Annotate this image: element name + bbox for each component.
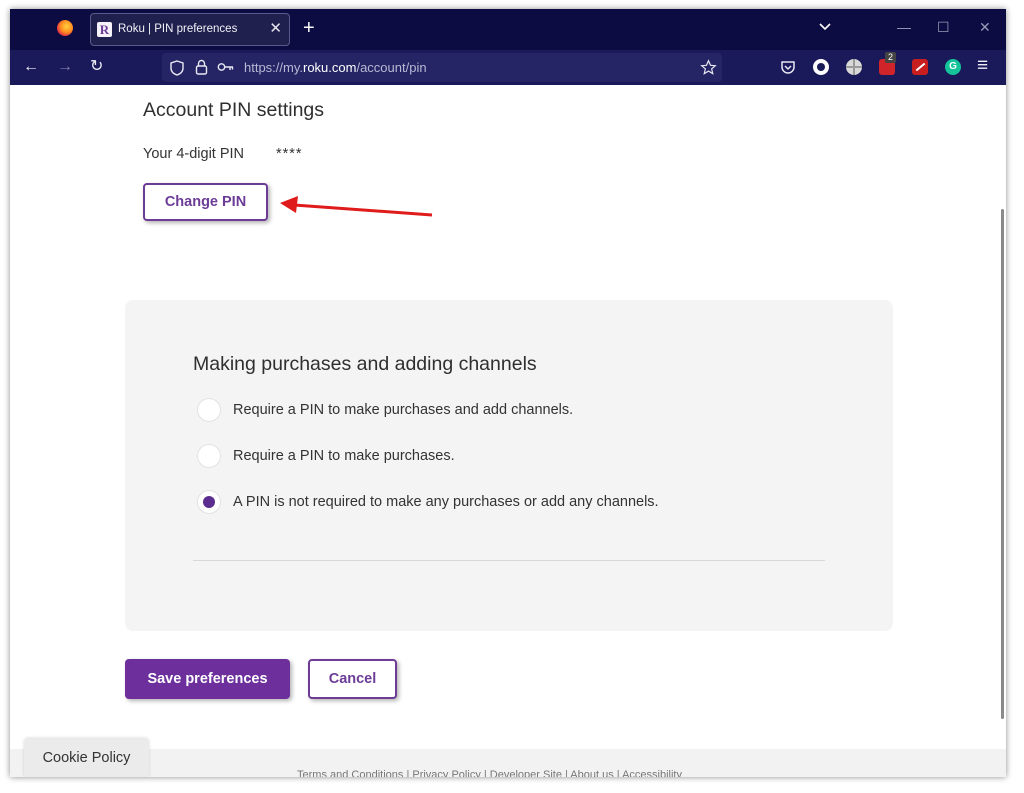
radio-label[interactable]: A PIN is not required to make any purcha… <box>233 494 659 510</box>
extension-red-icon[interactable] <box>912 59 928 75</box>
radio-button-selected[interactable] <box>197 490 221 514</box>
tab-roku-pin-preferences[interactable]: R Roku | PIN preferences ✕ <box>90 13 290 46</box>
globe-icon[interactable] <box>846 59 862 75</box>
grammarly-icon[interactable]: G <box>945 59 961 75</box>
firefox-icon[interactable] <box>57 20 73 36</box>
close-window-button[interactable]: ✕ <box>979 18 991 36</box>
change-pin-button[interactable]: Change PIN <box>143 183 268 221</box>
back-button[interactable]: ← <box>23 58 39 76</box>
roku-favicon-icon: R <box>97 22 112 37</box>
maximize-button[interactable]: ☐ <box>937 18 950 36</box>
chevron-down-icon[interactable] <box>818 20 832 34</box>
divider <box>193 560 825 561</box>
key-icon[interactable] <box>217 61 234 73</box>
lock-icon[interactable] <box>195 59 208 75</box>
save-preferences-button[interactable]: Save preferences <box>125 659 290 699</box>
pin-label: Your 4-digit PIN <box>143 146 245 162</box>
reload-button[interactable]: ↻ <box>90 58 103 76</box>
extension-o-icon[interactable] <box>813 59 829 75</box>
new-tab-button[interactable]: + <box>303 17 315 39</box>
radio-button[interactable] <box>197 444 221 468</box>
tab-title: Roku | PIN preferences <box>118 23 238 35</box>
purchases-heading: Making purchases and adding channels <box>193 353 537 375</box>
footer-links[interactable]: Terms and Conditions | Privacy Policy | … <box>297 769 682 777</box>
footer: Terms and Conditions | Privacy Policy | … <box>10 749 1006 777</box>
page-content: Account PIN settings Your 4-digit PIN **… <box>10 85 1006 777</box>
browser-window: R Roku | PIN preferences ✕ + — ☐ ✕ ← → ↻ <box>10 9 1006 777</box>
tab-close-icon[interactable]: ✕ <box>269 21 282 36</box>
forward-button[interactable]: → <box>57 58 73 76</box>
minimize-button[interactable]: — <box>897 18 911 36</box>
radio-label[interactable]: Require a PIN to make purchases and add … <box>233 402 573 418</box>
radio-button[interactable] <box>197 398 221 422</box>
cookie-policy-button[interactable]: Cookie Policy <box>24 739 149 777</box>
tab-strip: R Roku | PIN preferences ✕ + — ☐ ✕ <box>10 9 1006 50</box>
cancel-button[interactable]: Cancel <box>308 659 397 699</box>
red-arrow-annotation-icon <box>280 196 433 217</box>
account-pin-heading: Account PIN settings <box>143 99 325 121</box>
navigation-bar: ← → ↻ https://my.roku.com/account/pin 2 … <box>10 50 1006 85</box>
menu-icon[interactable]: ≡ <box>977 56 988 75</box>
pocket-icon[interactable] <box>780 60 796 75</box>
shield-icon[interactable] <box>170 60 184 76</box>
url-text[interactable]: https://my.roku.com/account/pin <box>244 60 427 75</box>
purchase-settings-panel: Making purchases and adding channels Req… <box>125 300 893 631</box>
ublock-badge: 2 <box>885 52 897 63</box>
scrollbar[interactable] <box>1001 209 1004 719</box>
pin-value: **** <box>276 146 303 162</box>
radio-label[interactable]: Require a PIN to make purchases. <box>233 448 455 464</box>
bookmark-star-icon[interactable] <box>700 59 717 76</box>
url-bar[interactable]: https://my.roku.com/account/pin <box>162 53 722 82</box>
